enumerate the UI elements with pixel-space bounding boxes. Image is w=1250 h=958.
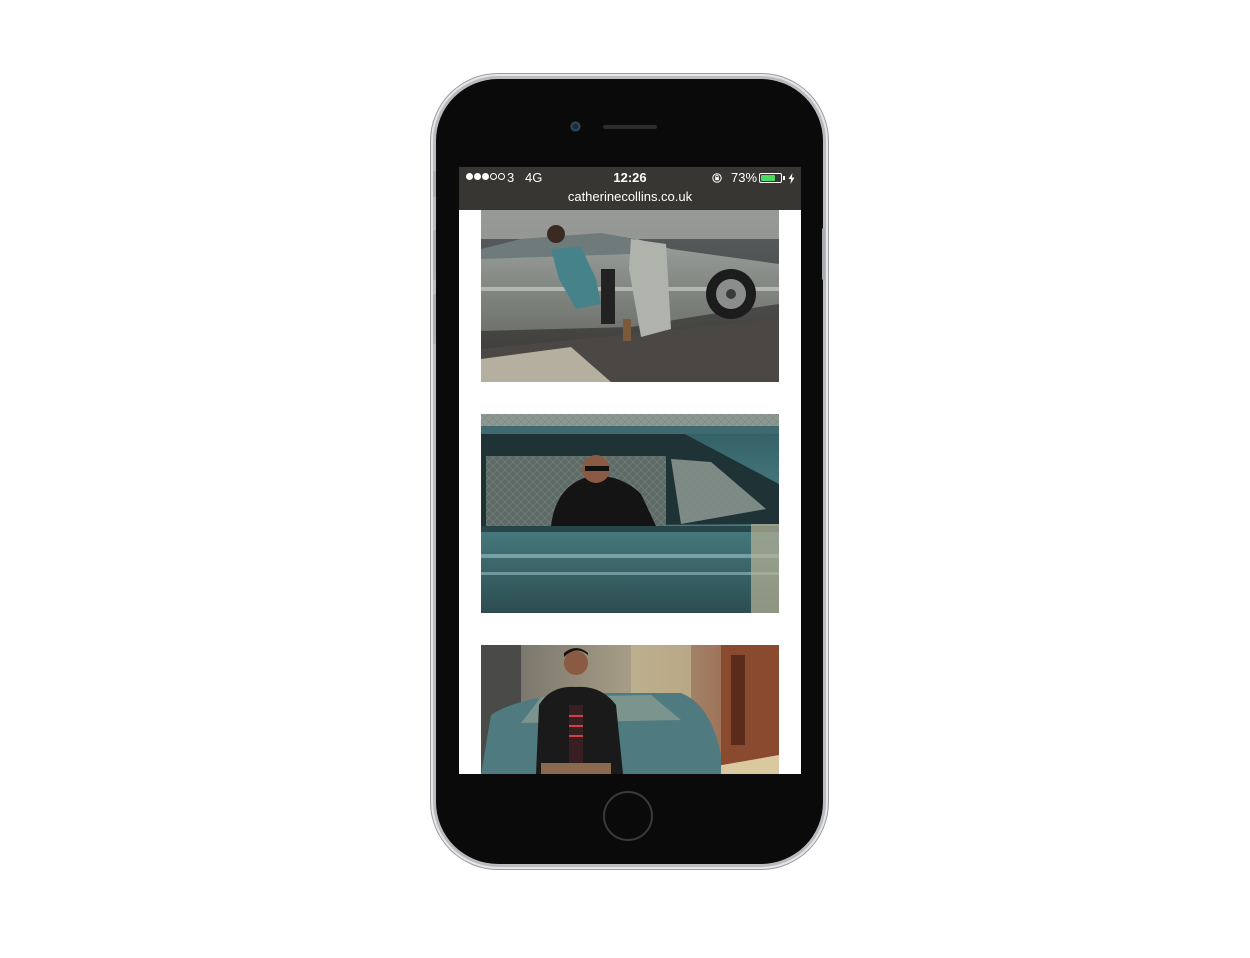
address-bar-url[interactable]: catherinecollins.co.uk [459,189,801,204]
photo-man-on-car-street [481,645,779,774]
status-bar: 3 4G 12:26 73% [459,170,801,188]
battery-icon [759,173,782,183]
front-camera [571,122,580,131]
volume-up-button [433,230,436,280]
gallery-photo[interactable] [481,645,779,774]
gallery-photo[interactable] [481,414,779,613]
orientation-lock-icon [712,173,722,183]
volume-down-button [433,294,436,344]
browser-top-bar: 3 4G 12:26 73% catherinecollins.co.uk [459,167,801,210]
phone-screen: 3 4G 12:26 73% catherinecollins.co.uk [459,167,801,774]
charging-bolt-icon [788,173,795,184]
battery-cap [783,176,785,180]
earpiece-speaker [603,125,657,129]
mute-switch [433,171,436,197]
battery-fill [761,175,775,181]
battery-percentage: 73% [731,170,758,185]
photo-man-in-car [481,414,779,613]
photo-couple-in-car [481,209,779,382]
power-button [822,228,825,280]
gallery-photo[interactable] [481,209,779,382]
home-button[interactable] [603,791,653,841]
